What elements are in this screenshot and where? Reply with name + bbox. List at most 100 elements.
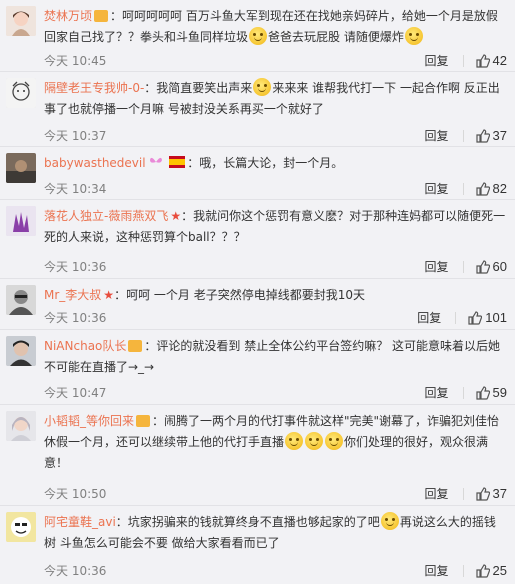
comment-text: 阿宅童鞋_avi：坑家拐骗来的钱就算终身不直播也够起家的了吧 再说这么大的摇钱树 … [44,512,507,554]
avatar[interactable] [6,6,36,36]
spain-flag-icon [169,156,186,168]
comment-item: 落花人独立-薇雨燕双飞 ★：我就问你这个惩罚有意义麽？对于那种连妈都可以随便死一死… [0,200,515,279]
comment-text: 落花人独立-薇雨燕双飞 ★：我就问你这个惩罚有意义麽？对于那种连妈都可以随便死一死… [44,206,507,248]
divider [462,260,464,273]
avatar[interactable] [6,411,36,441]
comment-item: 阿宅童鞋_avi：坑家拐骗来的钱就算终身不直播也够起家的了吧 再说这么大的摇钱树 … [0,506,515,584]
divider [462,129,464,142]
username-link[interactable]: 焚林万顷 [44,9,92,23]
thumbs-up-icon[interactable] [475,259,490,274]
avatar[interactable] [6,153,36,183]
like-count: 37 [492,128,507,143]
star-icon: ★ [103,288,115,302]
divider [462,564,464,577]
comment-actions: 回复 60 [425,258,507,275]
comment-body: ：呵呵 一个月 老子突然停电掉线都要封我10天 [114,288,365,302]
divider [462,54,464,67]
thumbs-up-icon[interactable] [475,128,490,143]
comment-item: 小韬韬_等你回来 ：闹腾了一两个月的代打事件就这样"完美"谢幕了，诈骗犯刘佳怡休假… [0,405,515,506]
vip-badge-icon [94,10,109,22]
reply-button[interactable]: 回复 [425,52,449,69]
reply-button[interactable]: 回复 [425,384,449,401]
reply-button[interactable]: 回复 [417,309,441,326]
sweat-emoji-icon [305,432,324,450]
comment-actions: 回复 59 [425,384,507,401]
username-link[interactable]: 落花人独立-薇雨燕双飞 [44,209,168,223]
comment-item: 隔壁老王专我帅-0-：我简直要笑出声来 来来来 谁帮我代打一下 一起合作啊 反正出… [0,72,515,147]
username-link[interactable]: Mr_李大叔 [44,288,101,302]
thumbs-up-icon[interactable] [475,486,490,501]
comment-time: 今天 10:45 [44,54,107,68]
comment-body: ：哦，长篇大论，封一个月。 [187,156,344,170]
thumbs-up-icon[interactable] [475,563,490,578]
avatar[interactable] [6,512,36,542]
reply-button[interactable]: 回复 [425,127,449,144]
reply-button[interactable]: 回复 [425,562,449,579]
star-icon: ★ [170,209,182,223]
username-link[interactable]: babywasthedevil [44,156,146,170]
like-count: 37 [492,486,507,501]
like-count: 101 [485,310,507,325]
butterfly-icon [150,157,163,163]
thumbs-up-icon[interactable] [475,385,490,400]
comment-actions: 回复 37 [425,485,507,502]
comment-item: Mr_李大叔 ★：呵呵 一个月 老子突然停电掉线都要封我10天 今天 10:36 … [0,279,515,330]
comment-text: babywasthedevil ：哦，长篇大论，封一个月。 [44,153,507,174]
username-link[interactable]: 阿宅童鞋_avi [44,515,116,529]
sweat-emoji-icon [325,432,344,450]
reply-button[interactable]: 回复 [425,180,449,197]
comment-actions: 回复 37 [425,127,507,144]
smile-emoji-icon [253,78,272,96]
comment-text: 隔壁老王专我帅-0-：我简直要笑出声来 来来来 谁帮我代打一下 一起合作啊 反正出… [44,78,507,120]
comment-text: NiANchao队长 ：评论的就没看到 禁止全体公约平台签约嘛？ 这可能意味着以后… [44,336,507,378]
divider [462,487,464,500]
thumbs-up-icon[interactable] [475,181,490,196]
comment-list: 焚林万顷 ：呵呵呵呵呵 百万斗鱼大军到现在还在找她亲妈碎片，给她一个月是放假回家自… [0,0,515,584]
like-count: 25 [492,563,507,578]
comment-time: 今天 10:36 [44,311,107,325]
sweat-emoji-icon [285,432,304,450]
like-count: 42 [492,53,507,68]
comment-text: Mr_李大叔 ★：呵呵 一个月 老子突然停电掉线都要封我10天 [44,285,507,306]
reply-button[interactable]: 回复 [425,258,449,275]
avatar[interactable] [6,206,36,236]
comment-time: 今天 10:50 [44,487,107,501]
cat-emoji-icon [380,512,399,530]
thumbs-up-icon[interactable] [468,310,483,325]
comment-item: 焚林万顷 ：呵呵呵呵呵 百万斗鱼大军到现在还在找她亲妈碎片，给她一个月是放假回家自… [0,0,515,72]
comment-text: 小韬韬_等你回来 ：闹腾了一两个月的代打事件就这样"完美"谢幕了，诈骗犯刘佳怡休假… [44,411,507,474]
comment-text: 焚林万顷 ：呵呵呵呵呵 百万斗鱼大军到现在还在找她亲妈碎片，给她一个月是放假回家自… [44,6,507,48]
avatar-image [6,6,36,36]
comment-time: 今天 10:34 [44,182,107,196]
comment-actions: 回复 82 [425,180,507,197]
username-link[interactable]: 小韬韬_等你回来 [44,414,134,428]
smile-emoji-icon [249,27,268,45]
comment-item: babywasthedevil ：哦，长篇大论，封一个月。 今天 10:34 回… [0,147,515,200]
avatar-image [6,512,36,542]
avatar[interactable] [6,336,36,366]
avatar-image [6,78,36,108]
reply-button[interactable]: 回复 [425,485,449,502]
avatar[interactable] [6,285,36,315]
comment-time: 今天 10:37 [44,129,107,143]
divider [462,386,464,399]
username-link[interactable]: 隔壁老王专我帅-0- [44,81,144,95]
comment-time: 今天 10:36 [44,260,107,274]
like-count: 82 [492,181,507,196]
vip-badge-icon [136,415,151,427]
divider [455,311,457,324]
avatar-image [6,285,36,315]
comment-body-cont: 爸爸去玩屁股 请随便爆炸 [268,30,404,44]
smile-emoji-icon [404,27,423,45]
comment-actions: 回复 42 [425,52,507,69]
username-link[interactable]: NiANchao队长 [44,339,126,353]
avatar-image [6,411,36,441]
avatar-image [6,206,36,236]
thumbs-up-icon[interactable] [475,53,490,68]
avatar[interactable] [6,78,36,108]
comment-actions: 回复 25 [425,562,507,579]
comment-actions: 回复 101 [417,309,507,326]
divider [462,182,464,195]
avatar-image [6,153,36,183]
comment-body: ：我简直要笑出声来 [144,81,253,95]
